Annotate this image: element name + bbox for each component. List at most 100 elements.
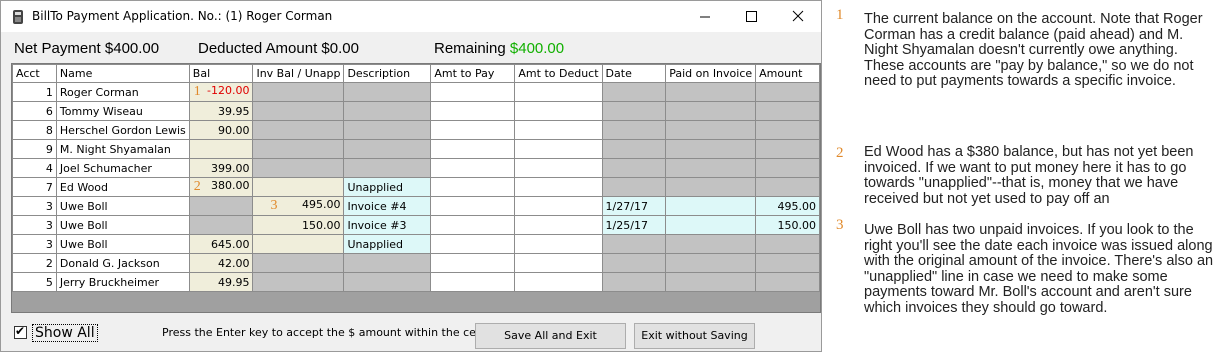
column-header[interactable]: Date: [601, 64, 667, 83]
amount-to-pay-cell[interactable]: [430, 101, 516, 121]
amount-to-pay-cell[interactable]: [430, 272, 516, 292]
balance-cell-value: 645.00: [210, 237, 250, 251]
remaining-summary: Remaining $400.00: [434, 40, 564, 57]
invoice-amount-cell: 495.00: [755, 196, 820, 216]
balance-cell-value: 42.00: [217, 256, 250, 270]
paid-on-invoice-cell: [665, 272, 757, 292]
close-button[interactable]: [775, 1, 821, 32]
invoice-amount-cell-value: 495.00: [777, 199, 817, 213]
amount-to-pay-cell[interactable]: [430, 196, 516, 216]
date-cell: [601, 158, 667, 178]
name-cell-value: Joel Schumacher: [59, 161, 152, 175]
invoice-balance-cell: [252, 253, 345, 273]
amount-to-pay-cell[interactable]: [430, 215, 516, 235]
show-all-label[interactable]: Show All: [32, 324, 98, 342]
title-bar: BillTo Payment Application. No.: (1) Rog…: [1, 1, 821, 32]
description-cell: [343, 82, 432, 102]
acct-cell-value: 3: [45, 199, 53, 213]
deducted-amount-summary: Deducted Amount $0.00: [198, 40, 359, 57]
acct-cell: 4: [12, 158, 57, 178]
description-cell: Unapplied: [343, 177, 432, 197]
date-cell: 1/27/17: [601, 196, 667, 216]
column-header[interactable]: Inv Bal / Unapp: [252, 64, 345, 83]
balance-cell-value: -120.00: [206, 84, 250, 97]
column-header[interactable]: Amount: [755, 64, 820, 83]
amount-to-pay-cell[interactable]: [430, 177, 516, 197]
acct-cell-value: 9: [45, 142, 53, 156]
column-header[interactable]: Acct: [12, 64, 57, 83]
table-row: 1 Roger Corman 1 -120.00: [12, 82, 820, 102]
column-header[interactable]: Amt to Deduct: [514, 64, 603, 83]
minimize-button[interactable]: [682, 1, 728, 32]
amount-to-deduct-cell[interactable]: [514, 139, 603, 159]
description-cell-value: Unapplied: [347, 180, 404, 194]
invoice-balance-cell: 3 495.00: [252, 196, 345, 216]
amount-to-pay-cell[interactable]: [430, 120, 516, 140]
net-payment-summary: Net Payment $400.00: [14, 40, 159, 57]
date-cell: [601, 272, 667, 292]
exit-without-saving-button[interactable]: Exit without Saving: [634, 323, 755, 349]
amount-to-pay-cell[interactable]: [430, 158, 516, 178]
column-header[interactable]: Amt to Pay: [430, 64, 516, 83]
column-header[interactable]: Paid on Invoice: [665, 64, 757, 83]
table-row: 4 Joel Schumacher 399.00: [12, 158, 820, 178]
name-cell: Joel Schumacher: [55, 158, 190, 178]
acct-cell: 3: [12, 196, 57, 216]
amount-to-deduct-cell[interactable]: [514, 253, 603, 273]
amount-to-pay-cell[interactable]: [430, 139, 516, 159]
acct-cell: 6: [12, 101, 57, 121]
name-cell: Roger Corman: [55, 82, 190, 102]
close-icon: [792, 10, 804, 22]
name-cell: Uwe Boll: [55, 234, 190, 254]
table-row: 2 Donald G. Jackson 42.00: [12, 253, 820, 273]
table-header-row: Acct Name Bal Inv Bal / Unapp Description Amt…: [12, 64, 820, 83]
amount-to-deduct-cell[interactable]: [514, 234, 603, 254]
paid-on-invoice-cell: [665, 196, 757, 216]
balance-cell-value: 399.00: [210, 161, 250, 175]
table-row: 3 Uwe Boll 150.00 Invoice #3 1/25/17 150.00: [12, 215, 820, 235]
note-number: 3: [836, 217, 844, 233]
table-row: 5 Jerry Bruckheimer 49.95: [12, 272, 820, 292]
show-all-checkbox[interactable]: ✔: [14, 324, 27, 339]
balance-cell: [188, 196, 254, 216]
amount-to-deduct-cell[interactable]: [514, 120, 603, 140]
amount-to-deduct-cell[interactable]: [514, 101, 603, 121]
remaining-value: $400.00: [509, 40, 565, 57]
name-cell: Herschel Gordon Lewis: [55, 120, 190, 140]
invoice-amount-cell: [755, 253, 820, 273]
amount-to-pay-cell[interactable]: [430, 253, 516, 273]
amount-to-pay-cell[interactable]: [430, 82, 516, 102]
amount-to-deduct-cell[interactable]: [514, 272, 603, 292]
balance-cell: 49.95: [188, 272, 254, 292]
amount-to-deduct-cell[interactable]: [514, 196, 603, 216]
date-cell: [601, 253, 667, 273]
save-all-and-exit-button[interactable]: Save All and Exit: [475, 323, 626, 349]
amount-to-deduct-cell[interactable]: [514, 158, 603, 178]
column-header[interactable]: Name: [55, 64, 190, 83]
balance-cell-value: 49.95: [217, 275, 250, 289]
acct-cell-value: 5: [45, 275, 53, 289]
paid-on-invoice-cell: [665, 215, 757, 235]
column-header[interactable]: Description: [343, 64, 432, 83]
name-cell: M. Night Shyamalan: [55, 139, 190, 159]
date-cell-value: 1/25/17: [605, 218, 648, 232]
name-cell-value: Ed Wood: [59, 180, 109, 194]
name-cell-value: Herschel Gordon Lewis: [59, 123, 186, 137]
invoice-amount-cell: [755, 272, 820, 292]
amount-to-pay-cell[interactable]: [430, 234, 516, 254]
amount-to-deduct-cell[interactable]: [514, 177, 603, 197]
acct-cell: 5: [12, 272, 57, 292]
note-text: Ed Wood has a $380 balance, but has not …: [864, 144, 1194, 207]
invoice-amount-cell: [755, 82, 820, 102]
callout-number: 1: [193, 84, 201, 99]
amount-to-deduct-cell[interactable]: [514, 215, 603, 235]
invoice-amount-cell: 150.00: [755, 215, 820, 235]
table-row: 6 Tommy Wiseau 39.95: [12, 101, 820, 121]
app-icon: [13, 10, 23, 24]
amount-to-deduct-cell[interactable]: [514, 82, 603, 102]
column-header[interactable]: Bal: [188, 64, 254, 83]
acct-cell: 3: [12, 234, 57, 254]
maximize-button[interactable]: [728, 1, 774, 32]
description-cell: Unapplied: [343, 234, 432, 254]
invoice-balance-cell: [252, 82, 345, 102]
